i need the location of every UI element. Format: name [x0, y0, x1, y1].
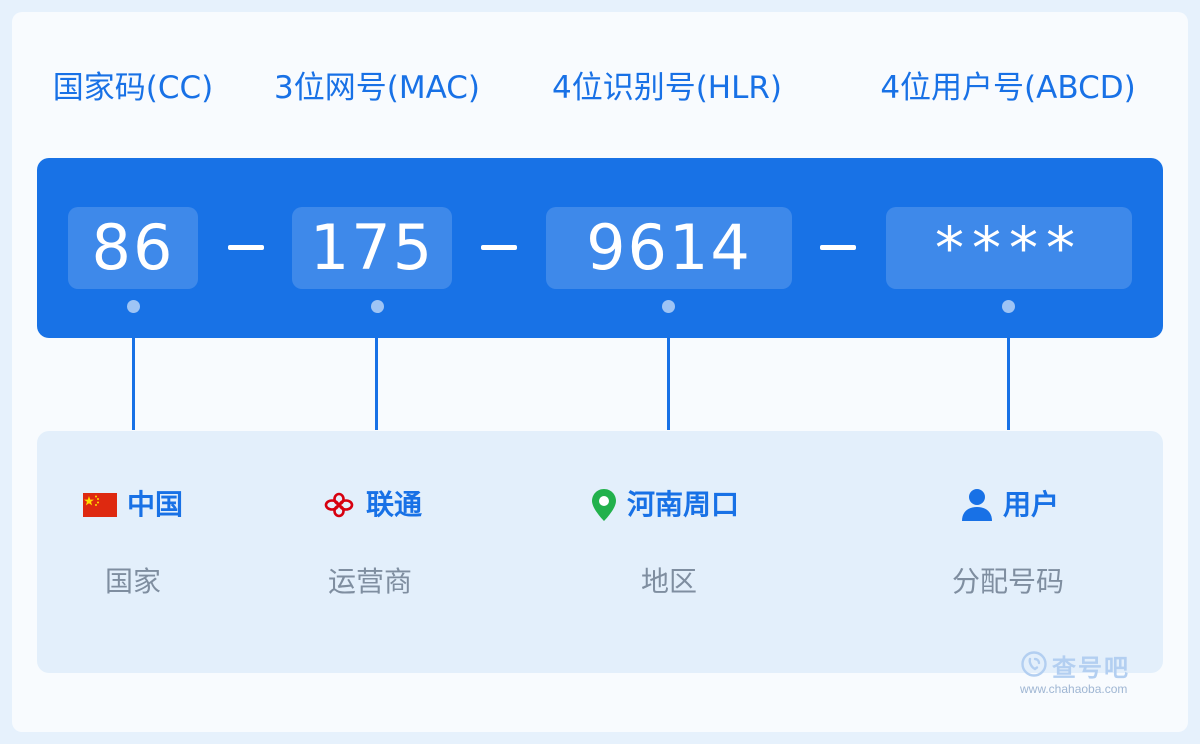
region-name: 河南周口 — [626, 488, 740, 521]
assigned-number-caption: 分配号码 — [951, 565, 1065, 598]
info-panel — [37, 431, 1163, 673]
separator-dash — [820, 245, 856, 250]
carrier-caption: 运营商 — [327, 565, 413, 598]
separator-dash — [228, 245, 264, 250]
country-code-box: 86 — [68, 207, 198, 289]
connector-dot — [371, 300, 384, 313]
segment-label-user-code: 4位用户号(ABCD) — [880, 70, 1136, 106]
china-unicom-logo-icon — [322, 492, 356, 518]
watermark-url: www.chahaoba.com — [1020, 682, 1128, 696]
connector-line — [1007, 338, 1010, 430]
country-caption: 国家 — [104, 565, 162, 598]
location-pin-icon — [591, 488, 617, 522]
carrier-info: 联通 — [322, 485, 422, 525]
segment-label-hlr-code: 4位识别号(HLR) — [551, 70, 783, 106]
user-info: 用户 — [961, 485, 1059, 525]
connector-line — [667, 338, 670, 430]
country-name: 中国 — [126, 488, 184, 521]
china-flag-icon — [82, 493, 117, 517]
watermark-title: 查号吧 — [1052, 654, 1130, 682]
phone-number-bar: 86 175 9614 **** — [37, 158, 1163, 338]
user-name: 用户 — [1002, 488, 1060, 521]
connector-dot — [662, 300, 675, 313]
connector-line — [132, 338, 135, 430]
connector-dot — [1002, 300, 1015, 313]
phone-search-icon — [1020, 650, 1048, 682]
user-code-box: **** — [886, 207, 1132, 289]
connector-line — [375, 338, 378, 430]
user-icon — [961, 488, 993, 522]
country-info: 中国 — [82, 485, 184, 525]
segment-label-network-code: 3位网号(MAC) — [274, 70, 480, 106]
region-caption: 地区 — [640, 565, 698, 598]
separator-dash — [481, 245, 517, 250]
carrier-name: 联通 — [365, 488, 423, 521]
connector-dot — [127, 300, 140, 313]
network-code-box: 175 — [292, 207, 452, 289]
region-info: 河南周口 — [591, 485, 739, 525]
segment-label-country-code: 国家码(CC) — [52, 70, 214, 106]
hlr-code-box: 9614 — [546, 207, 792, 289]
watermark: 查号吧 www.chahaoba.com — [1020, 648, 1150, 700]
